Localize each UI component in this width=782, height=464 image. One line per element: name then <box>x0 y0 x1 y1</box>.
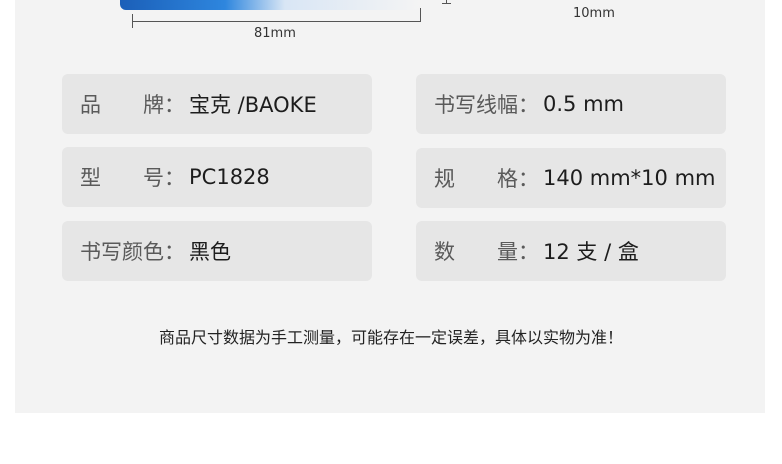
product-image <box>120 0 420 10</box>
spec-brand-label: 品 牌： <box>80 93 185 117</box>
spec-model: 型 号： PC1828 <box>62 147 372 207</box>
width-dimension-line <box>132 21 421 22</box>
width-dimension-tick-right <box>420 8 421 22</box>
spec-line-width-value: 0.5 mm <box>543 92 624 116</box>
spec-quantity-value: 12 支 / 盒 <box>543 240 639 264</box>
spec-model-value: PC1828 <box>189 165 270 189</box>
spec-ink-color-value: 黑色 <box>189 240 231 264</box>
spec-ink-color: 书写颜色： 黑色 <box>62 221 372 281</box>
spec-brand-value: 宝克 /BAOKE <box>189 93 317 117</box>
spec-size-value: 140 mm*10 mm <box>543 166 716 190</box>
width-dimension-label: 81mm <box>254 26 296 41</box>
spec-ink-color-label: 书写颜色： <box>80 240 185 264</box>
spec-brand: 品 牌： 宝克 /BAOKE <box>62 74 372 134</box>
spec-line-width-label: 书写线幅： <box>434 93 539 117</box>
spec-size-label: 规 格： <box>434 167 539 191</box>
width-dimension-tick-left <box>132 14 133 28</box>
height-dimension-label: 10mm <box>573 6 615 21</box>
measurement-disclaimer: 商品尺寸数据为手工测量，可能存在一定误差，具体以实物为准！ <box>158 328 623 347</box>
spec-quantity-label: 数 量： <box>434 240 539 264</box>
spec-quantity: 数 量： 12 支 / 盒 <box>416 221 726 281</box>
height-dimension-foot <box>442 3 451 4</box>
spec-size: 规 格： 140 mm*10 mm <box>416 148 726 208</box>
spec-line-width: 书写线幅： 0.5 mm <box>416 74 726 134</box>
spec-model-label: 型 号： <box>80 166 185 190</box>
